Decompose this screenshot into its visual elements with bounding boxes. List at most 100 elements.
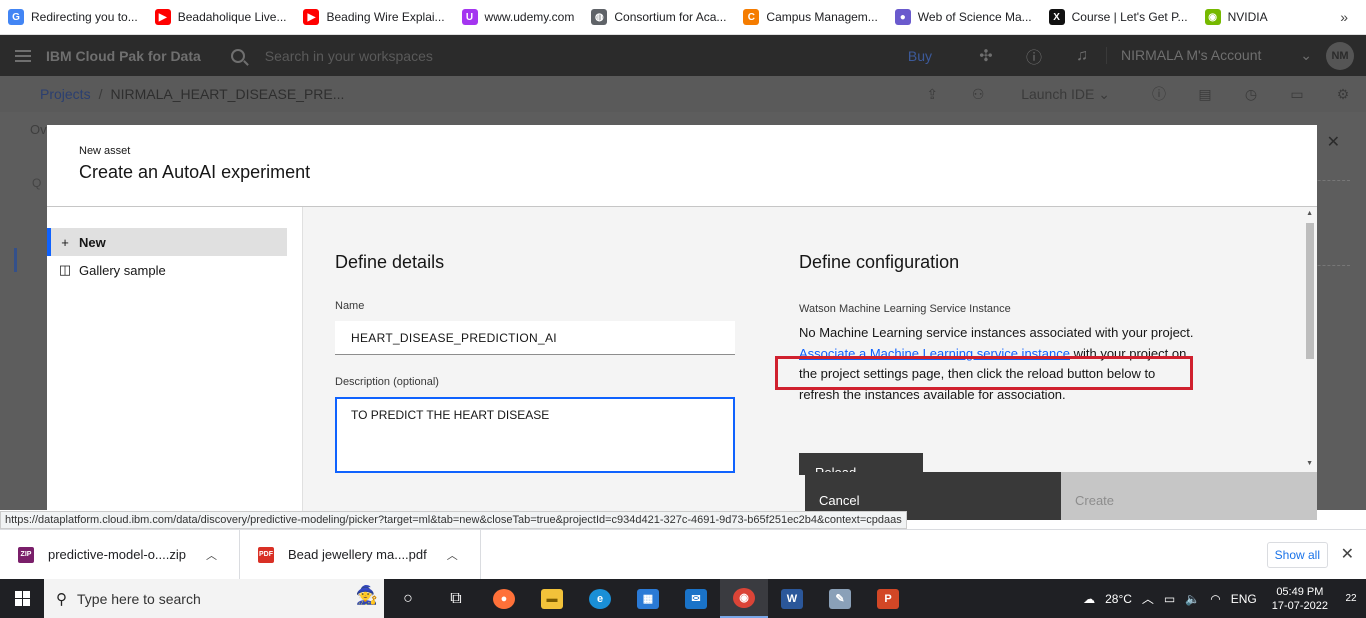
clock-time: 05:49 PM	[1276, 585, 1324, 598]
history-icon[interactable]: ◷	[1228, 86, 1274, 103]
cortana-icon[interactable]: ○	[384, 579, 432, 618]
comment-icon[interactable]: ▭	[1274, 86, 1320, 103]
modal-scrollbar-thumb[interactable]	[1306, 223, 1314, 359]
nav-item-gallery[interactable]: ◫ Gallery sample	[47, 256, 287, 284]
weather-temp[interactable]: 28°C	[1105, 592, 1132, 606]
chevron-up-icon[interactable]: ︿	[206, 547, 217, 563]
define-details-title: Define details	[335, 252, 445, 272]
background-search: Q	[32, 176, 42, 190]
bookmarks-overflow-icon[interactable]: »	[1340, 9, 1348, 25]
show-all-button[interactable]: Show all	[1266, 542, 1328, 568]
course-icon: X	[1048, 9, 1065, 25]
taskbar-search[interactable]: ⚲ Type here to search 🧙	[44, 579, 384, 618]
windows-taskbar: ⚲ Type here to search 🧙 ○ ⧉ ● ▬ e ▦ ✉ ◉ …	[0, 579, 1366, 618]
system-tray: ☁ 28°C ︿ ▭ 🔈 ◠ ENG 05:49 PM 17-07-2022 2…	[1078, 579, 1366, 618]
workspace-search-input[interactable]: Search in your workspaces	[265, 48, 433, 64]
asset-source-nav: + New ◫ Gallery sample	[47, 207, 303, 520]
breadcrumb-projects-link[interactable]: Projects	[40, 86, 91, 102]
nav-item-gallery-label: Gallery sample	[79, 262, 166, 278]
info-icon[interactable]: ⓘ	[1136, 84, 1182, 104]
name-label: Name	[335, 300, 365, 312]
download-item-pdf[interactable]: PDF Bead jewellery ma....pdf ︿	[240, 529, 481, 580]
notification-center-icon[interactable]: 22	[1336, 579, 1366, 618]
bookmark-label: www.udemy.com	[484, 10, 575, 24]
edge-icon[interactable]: e	[576, 579, 624, 618]
buy-link[interactable]: Buy	[908, 48, 932, 64]
account-switcher[interactable]: NIRMALA M's Account ⌄	[1106, 47, 1326, 64]
avatar[interactable]: NM	[1326, 41, 1354, 70]
bookmark-label: Beading Wire Explai...	[326, 10, 445, 24]
windows-logo-icon	[14, 591, 30, 606]
launch-ide-dropdown[interactable]: Launch IDE ⌄	[1021, 86, 1110, 103]
youtube-icon: ▶	[154, 9, 171, 25]
notification-icon[interactable]: ♫	[1058, 47, 1106, 65]
nav-item-new[interactable]: + New	[47, 228, 287, 256]
campus-icon: C	[743, 9, 760, 25]
connect-icon[interactable]: ✣	[962, 46, 1010, 66]
bookmark-item[interactable]: ◉ NVIDIA	[1204, 9, 1268, 25]
mail-icon[interactable]: ✉	[672, 579, 720, 618]
menu-icon[interactable]	[0, 49, 46, 62]
chevron-up-icon[interactable]: ︿	[447, 547, 458, 563]
tray-overflow-icon[interactable]: ︿	[1142, 590, 1154, 607]
task-view-icon[interactable]: ⧉	[432, 579, 480, 618]
notification-count: 22	[1345, 593, 1357, 604]
clock-date: 17-07-2022	[1271, 599, 1328, 612]
language-indicator[interactable]: ENG	[1231, 592, 1257, 606]
bookmark-item[interactable]: Uwww.udemy.com	[461, 9, 575, 25]
download-item-zip[interactable]: ZIP predictive-model-o....zip ︿	[0, 529, 240, 580]
breadcrumb: Projects / NIRMALA_HEART_DISEASE_PRE... …	[0, 76, 1366, 112]
download-name: predictive-model-o....zip	[48, 547, 186, 562]
zip-file-icon: ZIP	[18, 546, 34, 563]
name-input[interactable]	[335, 321, 735, 355]
help-icon[interactable]: ⓘ	[1010, 44, 1058, 68]
highlight-annotation	[775, 356, 1193, 390]
bookmark-item[interactable]: ● Web of Science Ma...	[894, 9, 1032, 25]
close-icon[interactable]: ✕	[1341, 544, 1354, 564]
chrome-icon[interactable]: ◉	[720, 579, 768, 618]
background-close-icon: ✕	[1326, 134, 1340, 151]
file-explorer-icon[interactable]: ▬	[528, 579, 576, 618]
bookmark-item[interactable]: G Redirecting you to...	[8, 9, 138, 25]
store-icon[interactable]: ▦	[624, 579, 672, 618]
clock[interactable]: 05:49 PM 17-07-2022	[1272, 585, 1328, 613]
define-configuration-title: Define configuration	[799, 252, 960, 272]
wifi-icon[interactable]: ◠	[1210, 592, 1220, 606]
bookmark-item[interactable]: ▶ Beadaholique Live...	[154, 9, 286, 25]
bookmark-label: Campus Managem...	[766, 10, 878, 24]
bookmark-item[interactable]: C Campus Managem...	[743, 9, 878, 25]
bookmark-item[interactable]: ◍ Consortium for Aca...	[591, 9, 726, 25]
weather-icon[interactable]: ☁	[1083, 592, 1095, 606]
paint-icon[interactable]: ✎	[816, 579, 864, 618]
create-button[interactable]: Create	[1061, 472, 1317, 520]
start-button[interactable]	[0, 579, 44, 618]
bookmark-label: Consortium for Aca...	[614, 10, 727, 24]
notebook-icon[interactable]: ▤	[1182, 86, 1228, 103]
bookmark-item[interactable]: ▶ Beading Wire Explai...	[303, 9, 445, 25]
modal-title: Create an AutoAI experiment	[79, 162, 311, 182]
bookmark-item[interactable]: X Course | Let's Get P...	[1048, 9, 1188, 25]
search-highlight-icon: 🧙	[355, 585, 378, 605]
bookmark-label: Web of Science Ma...	[917, 10, 1032, 24]
brand-name[interactable]: IBM Cloud Pak for Data	[46, 48, 201, 64]
volume-icon[interactable]: 🔈	[1185, 592, 1200, 606]
battery-icon[interactable]: ▭	[1164, 592, 1175, 606]
settings-icon[interactable]: ⚙	[1320, 86, 1366, 103]
firefox-icon[interactable]: ●	[480, 579, 528, 618]
scroll-up-icon[interactable]: ▲	[1306, 210, 1313, 217]
word-icon[interactable]: W	[768, 579, 816, 618]
wml-no-instance-text: No Machine Learning service instances as…	[799, 325, 1194, 340]
search-icon[interactable]	[230, 48, 245, 63]
account-name: NIRMALA M's Account	[1121, 47, 1262, 63]
upload-icon[interactable]: ⇪	[909, 86, 955, 103]
scroll-down-icon[interactable]: ▼	[1306, 460, 1313, 467]
overview-tab: Ov	[30, 122, 47, 137]
breadcrumb-separator: /	[98, 86, 103, 102]
description-input[interactable]: TO PREDICT THE HEART DISEASE	[335, 397, 735, 473]
nav-item-new-label: New	[79, 234, 106, 250]
add-collaborator-icon[interactable]: ⚇	[955, 86, 1001, 103]
wml-service-label: Watson Machine Learning Service Instance	[799, 303, 1011, 315]
pdf-file-icon: PDF	[258, 546, 274, 563]
bookmark-label: Course | Let's Get P...	[1071, 10, 1188, 24]
powerpoint-icon[interactable]: P	[864, 579, 912, 618]
